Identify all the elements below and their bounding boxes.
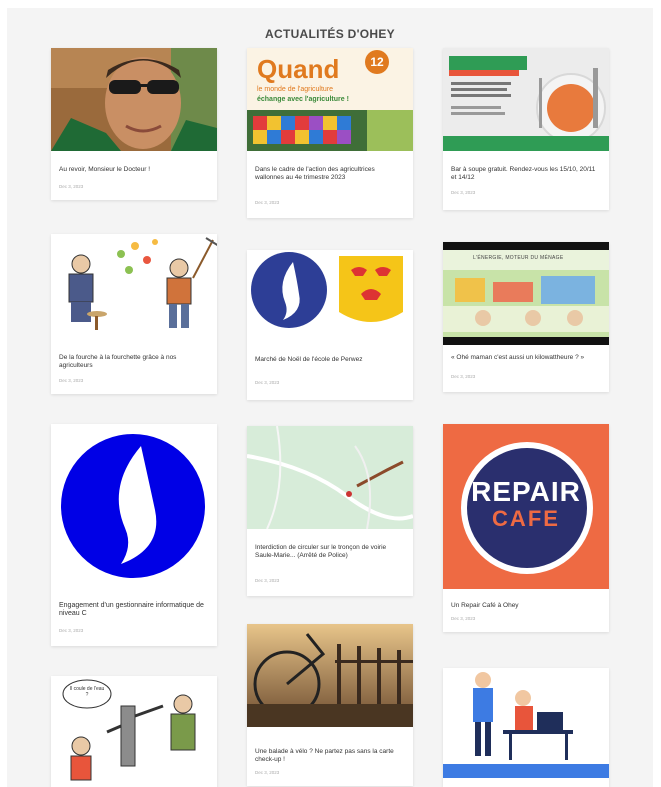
poster-line-2: échange avec l'agriculture !	[257, 96, 349, 103]
banner-text: L'ÉNERGIE, MOTEUR DU MÉNAGE	[473, 255, 564, 261]
news-card-7[interactable]: Engagement d'un gestionnaire informatiqu…	[51, 424, 217, 646]
news-section: ACTUALITÉS D'OHEY Au revoir, Monsieur le…	[7, 8, 653, 787]
card-title[interactable]: De la fourche à la fourchette grâce à no…	[59, 354, 209, 370]
poster-heading: Quand	[257, 54, 340, 84]
news-card-9[interactable]: REPAIR CAFE Un Repair Café à Ohey Dec 3,…	[443, 424, 609, 632]
card-date: Dec 3, 2023	[255, 200, 280, 205]
card-image-police-and-arms[interactable]	[247, 250, 413, 353]
card-image-energy-comic[interactable]: L'ÉNERGIE, MOTEUR DU MÉNAGE	[443, 242, 609, 345]
section-title: ACTUALITÉS D'OHEY	[265, 27, 395, 41]
card-date: Dec 3, 2023	[255, 770, 280, 775]
card-image-farmers-illustration[interactable]	[51, 234, 217, 337]
card-title[interactable]: Au revoir, Monsieur le Docteur !	[59, 166, 209, 174]
card-title[interactable]: Une balade à vélo ? Ne partez pas sans l…	[255, 748, 405, 764]
news-card-3[interactable]: Bar à soupe gratuit. Rendez-vous les 15/…	[443, 48, 609, 210]
repair-logo-line-2: CAFE	[492, 506, 560, 531]
bubble-text: Il coule de l'eau ?	[69, 686, 105, 698]
card-image-water-pump-cartoon[interactable]: Il coule de l'eau ?	[51, 676, 217, 786]
news-card-6[interactable]: L'ÉNERGIE, MOTEUR DU MÉNAGE « Ohé maman …	[443, 242, 609, 392]
card-date: Dec 3, 2023	[255, 380, 280, 385]
card-image-repair-cafe[interactable]: REPAIR CAFE	[443, 424, 609, 589]
card-date: Dec 3, 2023	[59, 184, 84, 189]
card-image-portrait[interactable]	[51, 48, 217, 151]
card-date: Dec 3, 2023	[451, 190, 476, 195]
news-card-11[interactable]: Une balade à vélo ? Ne partez pas sans l…	[247, 624, 413, 786]
card-title[interactable]: Engagement d'un gestionnaire informatiqu…	[59, 602, 209, 618]
card-image-soup-bar[interactable]	[443, 48, 609, 151]
repair-logo-line-1: REPAIR	[471, 476, 581, 507]
news-card-10[interactable]: Il coule de l'eau ?	[51, 676, 217, 787]
poster-line-1: le monde de l'agriculture	[257, 86, 334, 93]
card-title[interactable]: Dans le cadre de l'action des agricultri…	[255, 166, 405, 182]
card-date: Dec 3, 2023	[255, 578, 280, 583]
card-title[interactable]: Interdiction de circuler sur le tronçon …	[255, 544, 405, 560]
card-image-remote-work[interactable]	[443, 668, 609, 778]
news-card-1[interactable]: Au revoir, Monsieur le Docteur ! Dec 3, …	[51, 48, 217, 200]
card-title[interactable]: Un Repair Café à Ohey	[451, 602, 601, 610]
card-title[interactable]: Marché de Noël de l'école de Perwez	[255, 356, 405, 364]
news-card-2[interactable]: Quand 12 le monde de l'agriculture échan…	[247, 48, 413, 218]
news-card-12[interactable]	[443, 668, 609, 787]
card-date: Dec 3, 2023	[451, 374, 476, 379]
card-date: Dec 3, 2023	[451, 616, 476, 621]
card-date: Dec 3, 2023	[59, 628, 84, 633]
card-image-police-logo[interactable]	[51, 424, 217, 589]
card-image-quand-poster[interactable]: Quand 12 le monde de l'agriculture échan…	[247, 48, 413, 151]
card-date: Dec 3, 2023	[59, 378, 84, 383]
poster-badge: 12	[365, 50, 389, 74]
card-image-bicycle-photo[interactable]	[247, 624, 413, 727]
news-card-8[interactable]: Interdiction de circuler sur le tronçon …	[247, 426, 413, 596]
news-card-5[interactable]: Marché de Noël de l'école de Perwez Dec …	[247, 250, 413, 400]
card-image-road-map[interactable]	[247, 426, 413, 529]
card-title[interactable]: Bar à soupe gratuit. Rendez-vous les 15/…	[451, 166, 601, 182]
news-card-4[interactable]: De la fourche à la fourchette grâce à no…	[51, 234, 217, 394]
card-title[interactable]: « Ohé maman c'est aussi un kilowattheure…	[451, 354, 601, 362]
